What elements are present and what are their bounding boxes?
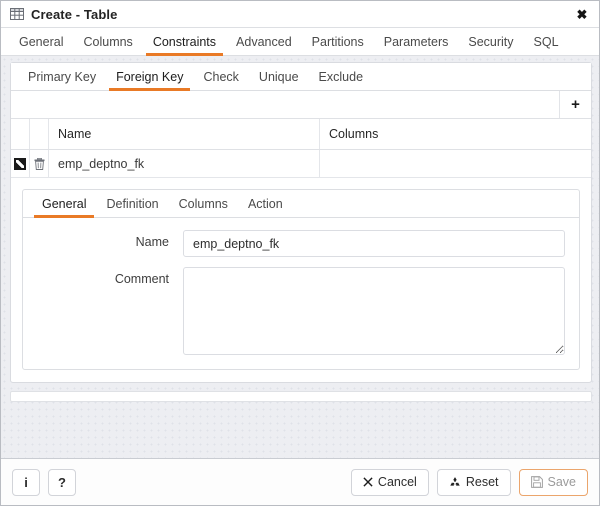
close-x-icon	[363, 477, 373, 487]
tab-columns[interactable]: Columns	[73, 28, 142, 55]
constraint-type-tab-bar: Primary Key Foreign Key Check Unique Exc…	[11, 63, 591, 91]
create-table-dialog: Create - Table ✖ General Columns Constra…	[0, 0, 600, 506]
subtab-primary-key[interactable]: Primary Key	[18, 63, 106, 90]
dialog-footer: i ? Cancel Reset Save	[1, 459, 599, 505]
dialog-title-bar: Create - Table ✖	[1, 1, 599, 28]
grid-header-columns: Columns	[329, 127, 379, 141]
save-label: Save	[547, 475, 577, 489]
subtab-foreign-key[interactable]: Foreign Key	[106, 63, 193, 91]
cancel-button[interactable]: Cancel	[350, 468, 429, 496]
name-input[interactable]	[183, 230, 565, 257]
foreign-key-editor: General Definition Columns Action Name C…	[22, 189, 580, 370]
tab-security[interactable]: Security	[458, 28, 523, 55]
comment-textarea[interactable]	[183, 267, 565, 355]
plus-icon: +	[571, 96, 580, 113]
tab-label: Columns	[83, 34, 133, 49]
tab-label: Parameters	[383, 34, 449, 49]
footer-right-buttons: Cancel Reset Save	[350, 468, 588, 496]
comment-field-label: Comment	[114, 272, 169, 286]
row-columns-cell[interactable]	[320, 150, 591, 177]
footer-left-buttons: i ?	[12, 468, 76, 496]
add-row-button[interactable]: +	[559, 91, 591, 118]
close-icon[interactable]: ✖	[574, 6, 590, 22]
info-button[interactable]: i	[12, 468, 40, 496]
table-row[interactable]: emp_deptno_fk	[11, 150, 591, 178]
grid-header-edit-col	[11, 119, 30, 149]
comment-field-control	[183, 267, 567, 355]
dialog-title: Create - Table	[31, 6, 118, 22]
subtab-check[interactable]: Check	[193, 63, 248, 90]
grid-header-delete-col	[30, 119, 49, 149]
tab-label: SQL	[533, 34, 559, 49]
dialog-body: Primary Key Foreign Key Check Unique Exc…	[1, 56, 599, 459]
tab-parameters[interactable]: Parameters	[374, 28, 459, 55]
name-field-control	[183, 230, 567, 257]
info-icon: i	[24, 474, 28, 490]
tab-label: Security	[468, 34, 514, 49]
tab-sql[interactable]: SQL	[524, 28, 569, 55]
trash-icon[interactable]	[34, 157, 45, 170]
floppy-save-icon	[530, 476, 543, 488]
reset-label: Reset	[465, 475, 499, 489]
main-tab-bar: General Columns Constraints Advanced Par…	[1, 28, 599, 56]
row-name-cell[interactable]: emp_deptno_fk	[49, 150, 320, 177]
reset-button[interactable]: Reset	[436, 468, 511, 496]
tab-label: Partitions	[311, 34, 364, 49]
tab-constraints[interactable]: Constraints	[143, 28, 226, 56]
edit-pencil-icon[interactable]	[14, 157, 26, 170]
save-button[interactable]: Save	[518, 468, 588, 496]
editor-tab-label: General	[42, 196, 87, 211]
editor-tab-label: Action	[247, 196, 283, 211]
subtab-exclude[interactable]: Exclude	[309, 63, 373, 90]
subtab-label: Primary Key	[28, 69, 97, 84]
editor-tab-columns[interactable]: Columns	[169, 190, 238, 217]
subtab-label: Unique	[258, 69, 299, 84]
editor-tab-definition[interactable]: Definition	[96, 190, 168, 217]
subtab-label: Check	[203, 69, 239, 84]
grid-header-row: Name Columns	[11, 119, 591, 150]
editor-tab-bar: General Definition Columns Action	[23, 190, 579, 218]
cancel-label: Cancel	[377, 475, 417, 489]
row-edit-cell[interactable]	[11, 150, 30, 177]
subtab-label: Exclude	[318, 69, 364, 84]
name-field-row: Name	[35, 230, 567, 257]
name-field-label: Name	[135, 235, 169, 249]
help-button[interactable]: ?	[48, 468, 76, 496]
editor-form: Name Comment	[23, 218, 579, 369]
subtab-unique[interactable]: Unique	[249, 63, 309, 90]
tab-partitions[interactable]: Partitions	[302, 28, 374, 55]
row-delete-cell[interactable]	[30, 150, 49, 177]
tab-general[interactable]: General	[9, 28, 73, 55]
grid-header-name: Name	[49, 119, 320, 149]
subtab-label: Foreign Key	[116, 69, 184, 84]
recycle-refresh-icon	[449, 476, 461, 488]
editor-tab-general[interactable]: General	[32, 190, 96, 218]
editor-tab-label: Definition	[106, 196, 159, 211]
table-grid-icon	[10, 8, 24, 20]
constraints-panel: Primary Key Foreign Key Check Unique Exc…	[10, 62, 592, 383]
tab-label: General	[19, 34, 64, 49]
grid-toolbar: +	[11, 91, 591, 119]
tab-label: Advanced	[236, 34, 292, 49]
panel-bottom-strip	[10, 391, 592, 402]
tab-label: Constraints	[152, 34, 217, 49]
tab-advanced[interactable]: Advanced	[226, 28, 302, 55]
editor-tab-label: Columns	[178, 196, 228, 211]
question-mark-icon: ?	[58, 474, 66, 490]
editor-tab-action[interactable]: Action	[238, 190, 293, 217]
foreign-key-grid: Name Columns emp_deptno_fk	[11, 119, 591, 178]
comment-field-row: Comment	[35, 267, 567, 355]
